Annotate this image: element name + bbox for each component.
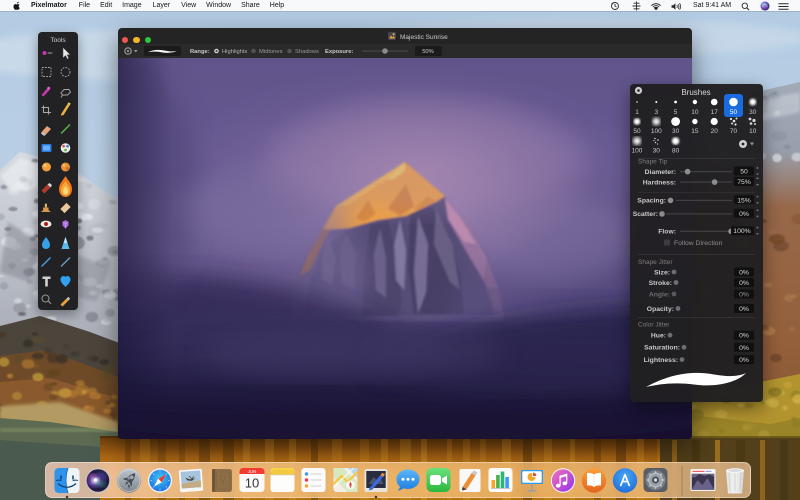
svg-text:Shape Jitter: Shape Jitter xyxy=(638,259,674,266)
svg-text:70: 70 xyxy=(730,128,738,135)
svg-text:Shadows: Shadows xyxy=(295,49,319,55)
svg-text:Angle:: Angle: xyxy=(649,292,670,299)
svg-text:30: 30 xyxy=(672,128,680,135)
svg-text:10: 10 xyxy=(691,109,699,116)
svg-text:50: 50 xyxy=(633,128,641,135)
svg-text:0%: 0% xyxy=(739,292,749,299)
svg-text:Shape Tip: Shape Tip xyxy=(638,159,668,166)
svg-text:Opacity:: Opacity: xyxy=(647,306,674,313)
svg-text:Midtones: Midtones xyxy=(259,49,283,55)
svg-text:3: 3 xyxy=(654,109,658,116)
svg-text:0%: 0% xyxy=(739,270,749,277)
svg-text:Hardness:: Hardness: xyxy=(643,180,676,187)
svg-text:Highlights: Highlights xyxy=(222,49,248,55)
svg-text:0%: 0% xyxy=(739,333,749,340)
svg-text:0%: 0% xyxy=(739,357,749,364)
svg-text:0%: 0% xyxy=(739,280,749,287)
svg-text:20: 20 xyxy=(711,128,719,135)
svg-text:Spacing:: Spacing: xyxy=(637,198,666,205)
svg-text:Color Jitter: Color Jitter xyxy=(638,321,670,328)
svg-text:100: 100 xyxy=(632,148,643,155)
svg-text:Range:: Range: xyxy=(190,49,210,55)
svg-text:0%: 0% xyxy=(739,211,749,218)
svg-text:Exposure:: Exposure: xyxy=(325,49,353,55)
svg-text:5: 5 xyxy=(674,109,678,116)
svg-text:50%: 50% xyxy=(422,49,434,55)
svg-text:0%: 0% xyxy=(739,306,749,313)
svg-text:30: 30 xyxy=(749,109,757,116)
svg-text:Brushes: Brushes xyxy=(681,88,710,97)
svg-text:75%: 75% xyxy=(737,179,751,186)
svg-text:15: 15 xyxy=(691,128,699,135)
svg-text:Tools: Tools xyxy=(50,37,66,44)
svg-text:Size:: Size: xyxy=(654,270,670,277)
svg-text:Stroke:: Stroke: xyxy=(649,280,672,287)
svg-text:Diameter:: Diameter: xyxy=(645,169,676,176)
svg-text:50: 50 xyxy=(730,109,738,116)
svg-text:17: 17 xyxy=(711,109,719,116)
svg-text:Saturation:: Saturation: xyxy=(644,345,680,352)
svg-text:100: 100 xyxy=(651,128,662,135)
svg-text:Scatter:: Scatter: xyxy=(633,211,658,218)
svg-text:Majestic Sunrise: Majestic Sunrise xyxy=(400,34,448,41)
svg-text:50: 50 xyxy=(740,169,748,176)
svg-text:15%: 15% xyxy=(737,197,751,204)
svg-text:Follow Direction: Follow Direction xyxy=(674,240,723,247)
svg-text:1: 1 xyxy=(635,109,639,116)
svg-text:100%: 100% xyxy=(733,228,750,235)
svg-text:JUN: JUN xyxy=(248,469,256,474)
svg-text:10: 10 xyxy=(749,128,757,135)
svg-text:10: 10 xyxy=(245,476,259,491)
svg-text:Hue:: Hue: xyxy=(651,333,666,340)
svg-text:0%: 0% xyxy=(739,345,749,352)
svg-text:80: 80 xyxy=(672,148,680,155)
svg-text:30: 30 xyxy=(653,148,661,155)
svg-text:Flow:: Flow: xyxy=(658,228,676,235)
svg-text:Lightness:: Lightness: xyxy=(644,357,678,364)
